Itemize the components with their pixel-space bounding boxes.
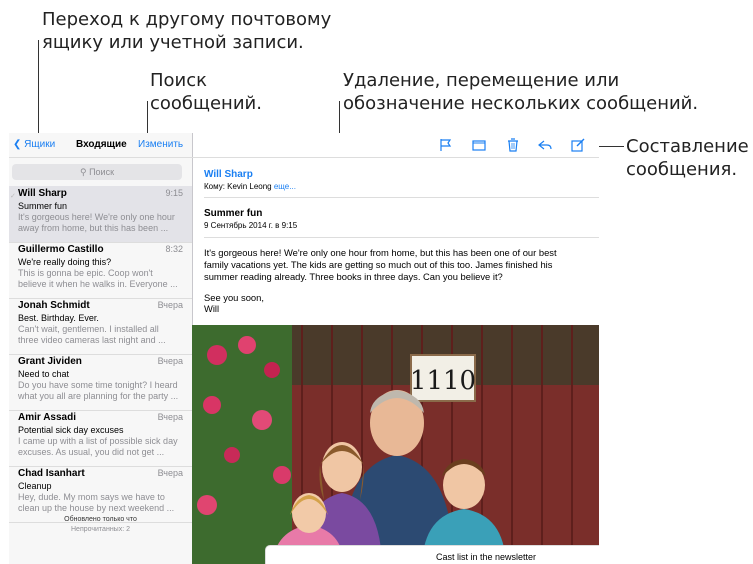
divider [204, 237, 599, 238]
trash-icon[interactable] [505, 137, 521, 153]
message-subject: We're really doing this? [18, 257, 112, 267]
preview-line: It's gorgeous here! We're only one hour [18, 212, 175, 222]
preview-line: three video cameras last night and ... [18, 335, 166, 345]
callout-bulk: Удаление, перемещение или обозначение не… [343, 69, 698, 115]
reply-icon[interactable] [537, 137, 553, 153]
message-time: 8:32 [165, 244, 183, 254]
flag-icon[interactable] [438, 137, 454, 153]
search-placeholder: Поиск [89, 167, 115, 177]
message-sender: Amir Assadi [18, 412, 76, 423]
sender-label: Will Sharp [204, 169, 253, 180]
message-row[interactable]: ✓ Will Sharp 9:15 Summer fun It's gorgeo… [9, 186, 192, 243]
search-input[interactable]: ⚲ Поиск [12, 164, 182, 180]
preview-line: This is gonna be epic. Coop won't [18, 268, 153, 278]
message-detail: Will Sharp Кому: Kevin Leong еще... Summ… [192, 133, 599, 564]
message-sender: Will Sharp [18, 188, 67, 199]
compose-icon[interactable] [570, 137, 586, 153]
house-number-sign: 1110 [410, 366, 476, 396]
preview-line: believe it when he walks in. Everyone ..… [18, 279, 178, 289]
callout-accounts-line1: Переход к другому почтовому [42, 9, 332, 30]
preview-line: clean up the house by next weekend ... [18, 503, 175, 513]
message-subject: Best. Birthday. Ever. [18, 313, 99, 323]
message-toolbar [192, 133, 599, 158]
message-time: Вчера [157, 356, 183, 366]
message-time: Вчера [157, 468, 183, 478]
message-preview: It's gorgeous here! We're only one hour … [18, 212, 186, 234]
sidebar-navbar: ❮ Ящики Входящие Изменить [9, 133, 192, 158]
message-row[interactable]: Chad Isanhart Вчера Cleanup Hey, dude. M… [9, 466, 192, 523]
message-time: Вчера [157, 300, 183, 310]
callout-compose-line2: сообщения. [626, 159, 738, 180]
mailbox-sidebar: ❮ Ящики Входящие Изменить ⚲ Поиск ✓ Will… [9, 133, 193, 564]
message-preview: This is gonna be epic. Coop won't believ… [18, 268, 186, 290]
closing-line: See you soon, [204, 292, 264, 303]
chevron-left-icon: ❮ [13, 139, 22, 150]
message-preview: Do you have some time tonight? I heard w… [18, 380, 186, 402]
message-preview: Hey, dude. My mom says we have to clean … [18, 492, 186, 514]
message-preview: I came up with a list of possible sick d… [18, 436, 186, 458]
preview-line: I came up with a list of possible sick d… [18, 436, 178, 446]
more-recipients-link[interactable]: еще... [274, 182, 296, 191]
back-button[interactable]: ❮ Ящики [13, 139, 55, 150]
update-status: Обновлено только что [64, 516, 137, 523]
callout-compose: Составление сообщения. [626, 135, 749, 181]
message-time: Вчера [157, 412, 183, 422]
signature-line: Will [204, 303, 220, 314]
recipient-label: Кому: Kevin Leong [204, 182, 272, 191]
draft-popup[interactable]: Cast list in the newsletter [265, 545, 599, 564]
sender-name[interactable]: Will Sharp [204, 169, 253, 180]
divider [204, 197, 599, 198]
message-body: It's gorgeous here! We're only one hour … [204, 247, 557, 282]
message-row[interactable]: Guillermo Castillo 8:32 We're really doi… [9, 242, 192, 299]
callout-search: Поиск сообщений. [150, 69, 262, 115]
folder-icon[interactable] [471, 137, 487, 153]
message-row[interactable]: Grant Jividen Вчера Need to chat Do you … [9, 354, 192, 411]
callout-bulk-line2: обозначение нескольких сообщений. [343, 93, 699, 114]
edit-button[interactable]: Изменить [138, 139, 183, 150]
message-row[interactable]: Jonah Schmidt Вчера Best. Birthday. Ever… [9, 298, 192, 355]
message-time: 9:15 [165, 188, 183, 198]
preview-line: Do you have some time tonight? I heard [18, 380, 178, 390]
mail-app-screen: ❮ Ящики Входящие Изменить ⚲ Поиск ✓ Will… [9, 133, 599, 564]
message-subject: Potential sick day excuses [18, 425, 124, 435]
callout-accounts-line2: ящику или учетной записи. [42, 32, 304, 53]
leader-accounts [38, 40, 39, 140]
draft-popup-title: Cast list in the newsletter [435, 552, 537, 562]
message-sender: Guillermo Castillo [18, 244, 104, 255]
message-sender: Chad Isanhart [18, 468, 85, 479]
message-row[interactable]: Amir Assadi Вчера Potential sick day exc… [9, 410, 192, 467]
unread-count: Непрочитанных: 2 [71, 526, 130, 533]
message-signature: See you soon, Will [204, 292, 264, 314]
preview-line: what you all are planning for the party … [18, 391, 179, 401]
message-subject: Need to chat [18, 369, 70, 379]
message-sender: Grant Jividen [18, 356, 82, 367]
callout-search-line1: Поиск [150, 70, 208, 91]
message-subject: Cleanup [18, 481, 52, 491]
search-icon: ⚲ [79, 167, 87, 177]
message-sender: Jonah Schmidt [18, 300, 90, 311]
preview-line: Can't wait, gentlemen. I installed all [18, 324, 159, 334]
callout-search-line2: сообщений. [150, 93, 262, 114]
message-preview: Can't wait, gentlemen. I installed all t… [18, 324, 186, 346]
preview-line: away from home, but this has been ... [18, 223, 169, 233]
family-photo-attachment[interactable]: 1110 [192, 325, 599, 564]
message-date: 9 Сентябрь 2014 г. в 9:15 [204, 221, 298, 230]
callout-bulk-line1: Удаление, перемещение или [343, 70, 620, 91]
back-button-label: Ящики [24, 139, 56, 150]
mailbox-title: Входящие [76, 139, 127, 150]
callout-compose-line1: Составление [626, 136, 749, 157]
message-subject: Summer fun [18, 201, 68, 211]
recipient-line: Кому: Kevin Leong еще... [204, 182, 296, 191]
selection-dot-icon: ✓ [10, 193, 16, 200]
message-subject-title: Summer fun [204, 208, 263, 219]
callout-accounts: Переход к другому почтовому ящику или уч… [42, 8, 331, 54]
preview-line: Hey, dude. My mom says we have to [18, 492, 165, 502]
preview-line: excuses. As usual, you did not get ... [18, 447, 165, 457]
